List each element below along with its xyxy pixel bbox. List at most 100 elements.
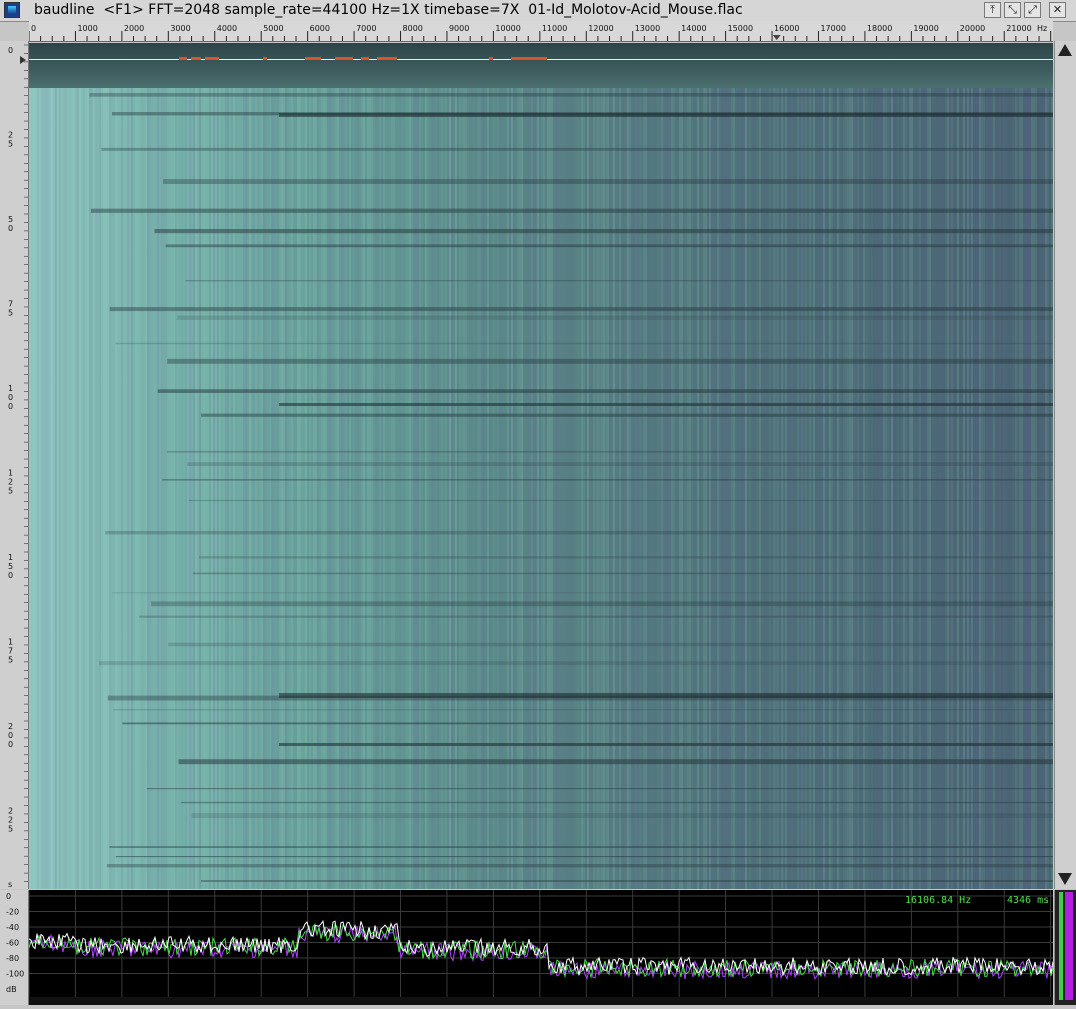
time-tick-label: 7 [8, 300, 13, 309]
scroll-up-arrow-icon[interactable] [1058, 44, 1072, 56]
spectrogram-band [186, 462, 1053, 467]
time-unit-label: s [8, 880, 12, 889]
time-tick-label: 2 [8, 478, 13, 487]
time-tick-label: 5 [8, 487, 13, 496]
spectrogram-band [200, 880, 1053, 882]
peak-marker [305, 57, 321, 60]
db-axis-svg: 0 -20 -40 -60 -80 -100 dB [6, 892, 24, 994]
time-tick-label: 1 [8, 469, 13, 478]
freq-tick-label: 7000 [356, 24, 376, 33]
time-tick-label: 5 [8, 562, 13, 571]
freq-tick-label: 19000 [913, 24, 938, 33]
spectrogram-band [178, 759, 1053, 765]
spectrogram-band [192, 572, 1053, 575]
spectrogram-band [154, 228, 1053, 234]
vertical-scrollbar[interactable] [1054, 41, 1076, 889]
spectrogram-band [109, 307, 1053, 312]
freq-cursor-marker [772, 35, 781, 40]
freq-tick-label: 4000 [217, 24, 237, 33]
freq-tick-label: 18000 [867, 24, 892, 33]
close-window-button[interactable]: ✕ [1049, 2, 1066, 18]
spectrogram-band [279, 693, 1053, 698]
time-tick-label: 0 [8, 740, 13, 749]
time-tick-label: 5 [8, 656, 13, 665]
scroll-down-arrow-icon[interactable] [1058, 873, 1072, 885]
spectrogram-band [279, 743, 1053, 746]
spectrum-plot [29, 890, 1053, 997]
time-ruler[interactable]: 0255075100125150175200225s [0, 41, 29, 889]
raise-window-button[interactable]: ⤒ [984, 2, 1001, 18]
spectrogram-band [188, 499, 1053, 502]
freq-tick-label: 8000 [403, 24, 423, 33]
db-tick-label: -20 [6, 908, 19, 917]
peak-marker [489, 57, 493, 60]
spectrogram-band [165, 244, 1053, 248]
freq-tick-label: 0 [31, 24, 36, 33]
expand-window-button[interactable]: ⤢ [1024, 2, 1041, 18]
freq-tick-label: 1000 [77, 24, 97, 33]
db-tick-label: -60 [6, 939, 19, 948]
db-tick-label: dB [6, 985, 17, 994]
freq-tick-label: 2000 [124, 24, 144, 33]
freq-tick-label: 14000 [681, 24, 706, 33]
time-tick-label: 0 [8, 402, 13, 411]
time-tick-label: 5 [8, 215, 13, 224]
peak-marker [205, 57, 219, 60]
time-tick-label: 0 [8, 731, 13, 740]
time-tick-label: 0 [8, 224, 13, 233]
spectrogram-band [146, 788, 1053, 790]
time-tick-label: 2 [8, 816, 13, 825]
time-tick-label: 1 [8, 384, 13, 393]
spectrogram-band [177, 315, 1053, 320]
peak-marker [511, 57, 547, 60]
freq-unit-label: Hz [1037, 24, 1047, 33]
shrink-window-button[interactable]: ⤡ [1004, 2, 1021, 18]
spectrum-display[interactable]: 16106.84 Hz 4346 ms [29, 890, 1053, 997]
spectrogram-band [185, 280, 1053, 282]
spectrogram-band [112, 592, 1053, 594]
spectrogram-band [115, 342, 1053, 345]
freq-tick-label: 10000 [495, 24, 520, 33]
spectrogram-band [157, 389, 1053, 393]
time-tick-label: 5 [8, 140, 13, 149]
spectrogram-band [101, 147, 1053, 151]
freq-tick-label: 11000 [542, 24, 567, 33]
time-tick-label: 0 [8, 46, 13, 55]
color-aperture-bar[interactable] [1054, 890, 1076, 1005]
time-tick-label: 5 [8, 309, 13, 318]
spectrogram-band [115, 856, 1053, 858]
spectrogram-band [181, 801, 1053, 804]
db-tick-label: 0 [6, 892, 11, 901]
title-bar[interactable]: baudline <F1> FFT=2048 sample_rate=44100… [0, 0, 1076, 22]
frequency-ruler-svg: 0 1000 2000 3000 4000 5000 6000 7000 8000 9000 100… [29, 24, 1052, 41]
freq-tick-label: 20000 [960, 24, 985, 33]
spectrogram-band [198, 556, 1053, 559]
time-tick-label: 2 [8, 807, 13, 816]
time-tick-label: 1 [8, 638, 13, 647]
time-tick-label: 7 [8, 647, 13, 656]
spectrogram-band [106, 864, 1053, 868]
time-ruler-svg: 0255075100125150175200225s [8, 44, 28, 889]
peak-marker [191, 57, 201, 60]
spectrogram-band [162, 479, 1053, 481]
db-axis: 0 -20 -40 -60 -80 -100 dB [0, 890, 29, 1005]
window-title: baudline <F1> FFT=2048 sample_rate=44100… [34, 2, 743, 18]
spectrogram-band [89, 93, 1053, 97]
spectrogram-band [113, 709, 1053, 711]
freq-tick-label: 21000 [1006, 24, 1031, 33]
status-strip [29, 997, 1053, 1005]
time-tick-label: 5 [8, 825, 13, 834]
spectrogram-band [191, 813, 1053, 819]
freq-tick-label: 15000 [728, 24, 753, 33]
peak-marker [335, 57, 353, 60]
spectrogram-band [168, 642, 1053, 647]
peak-marker [263, 57, 267, 60]
freq-tick-label: 12000 [588, 24, 613, 33]
spectrogram-band [151, 601, 1053, 607]
frequency-ruler[interactable]: 0 1000 2000 3000 4000 5000 6000 7000 8000 9000 100… [29, 21, 1053, 42]
spectrogram-display[interactable] [29, 43, 1053, 889]
baudline-app-icon[interactable] [4, 2, 20, 18]
freq-tick-label: 13000 [635, 24, 660, 33]
freq-tick-label: 3000 [170, 24, 190, 33]
spectrogram-bands [89, 93, 1053, 882]
